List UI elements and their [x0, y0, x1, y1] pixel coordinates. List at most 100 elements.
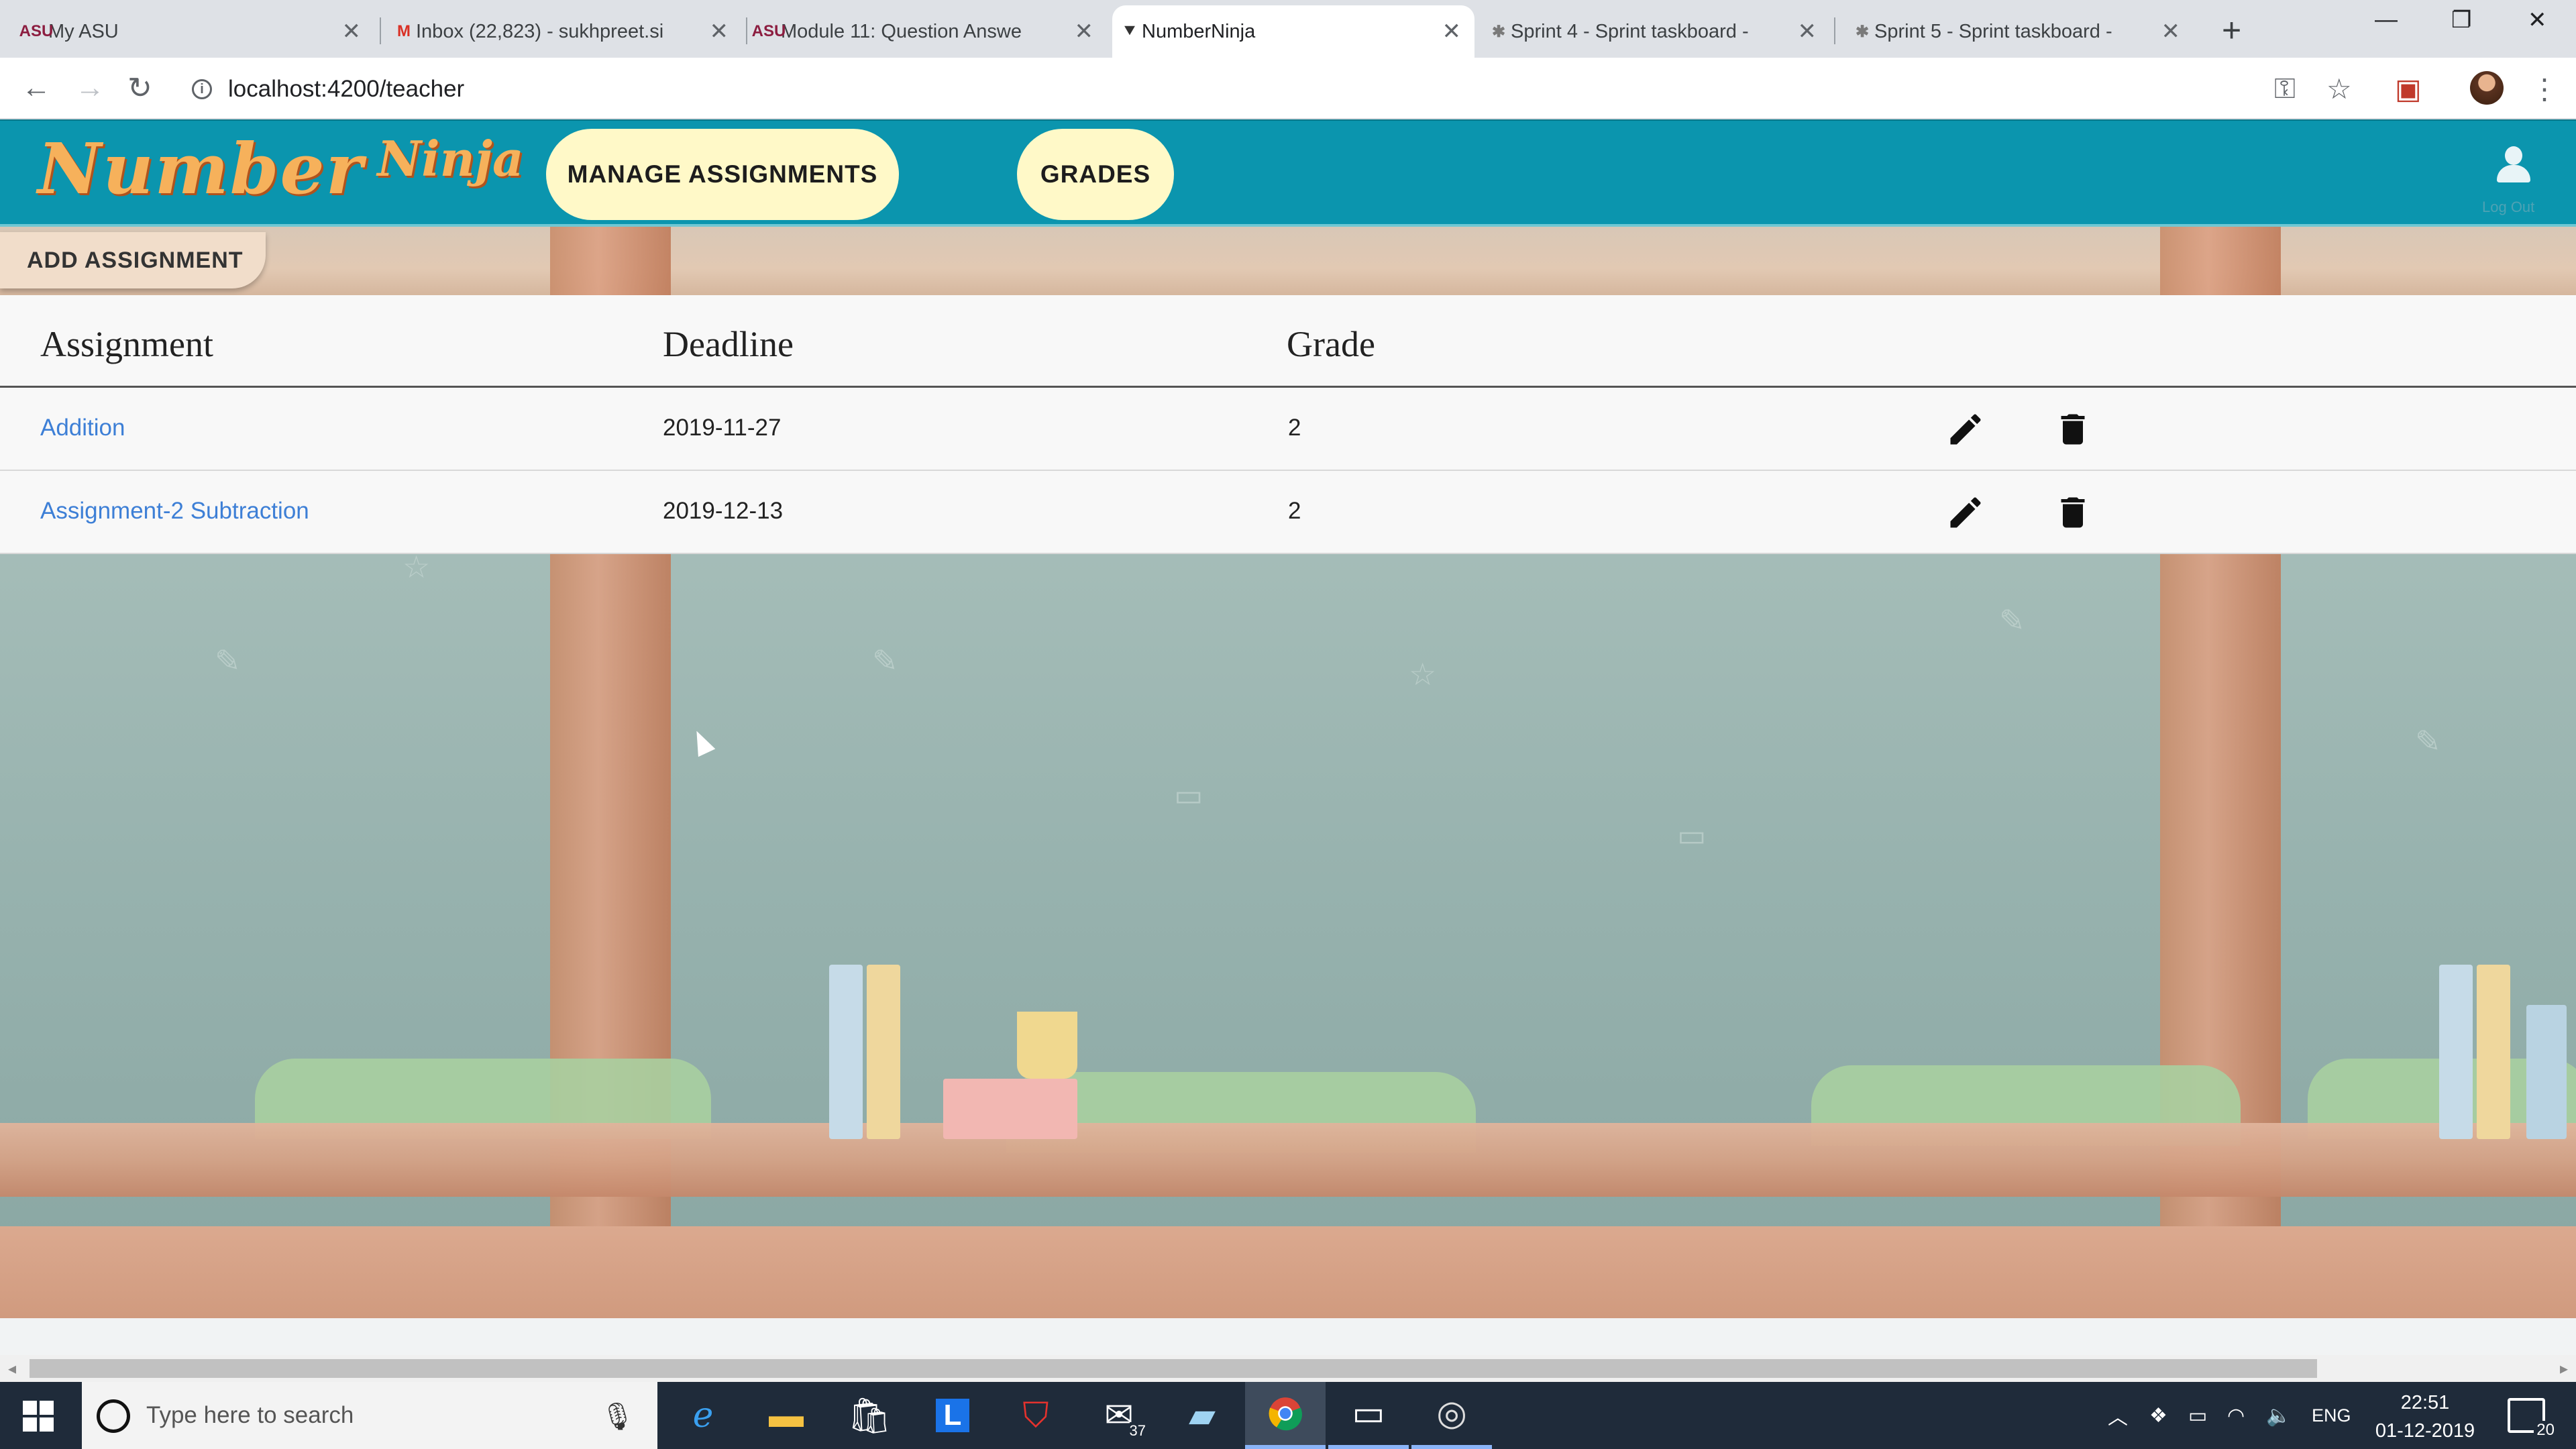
- close-tab-icon[interactable]: ✕: [1798, 18, 1817, 45]
- pencil-doodle-icon: ✎: [215, 643, 241, 678]
- numberninja-icon: ⯆: [1122, 21, 1137, 41]
- assignments-table: Assignment Deadline Grade Addition 2019-…: [0, 295, 2576, 554]
- language-indicator[interactable]: ENG: [2312, 1382, 2351, 1449]
- volume-icon[interactable]: 🔈: [2266, 1382, 2291, 1449]
- tab-title: Sprint 4 - Sprint taskboard -: [1511, 20, 1749, 42]
- tab-my-asu[interactable]: ASU My ASU ✕: [19, 5, 374, 58]
- new-tab-plus-icon[interactable]: +: [2222, 11, 2241, 50]
- browser-tab-strip: ASU My ASU ✕ M Inbox (22,823) - sukhpree…: [0, 0, 2576, 58]
- pencil-doodle-icon: ✎: [872, 643, 898, 678]
- close-tab-icon[interactable]: ✕: [2161, 18, 2181, 45]
- restore-icon[interactable]: ❐: [2451, 7, 2471, 34]
- scroll-left-arrow-icon[interactable]: ◂: [8, 1359, 16, 1379]
- books-illustration: [829, 938, 1084, 1139]
- url-text: localhost:4200/teacher: [228, 76, 465, 102]
- back-arrow-icon[interactable]: ←: [21, 71, 51, 105]
- file-explorer-icon[interactable]: ▬: [746, 1382, 826, 1449]
- edit-pencil-icon[interactable]: [1945, 409, 1986, 449]
- pocket-extension-icon[interactable]: ▣: [2395, 72, 2422, 105]
- assignment-link[interactable]: Addition: [40, 415, 125, 441]
- column-header-deadline: Deadline: [663, 324, 794, 364]
- tab-title: My ASU: [48, 20, 119, 42]
- minimize-icon[interactable]: —: [2375, 7, 2398, 33]
- taskbar-clock[interactable]: 22:51 01-12-2019: [2368, 1389, 2482, 1445]
- lens-app-icon[interactable]: L: [912, 1382, 993, 1449]
- reload-icon[interactable]: ↻: [127, 71, 152, 105]
- delete-trash-icon[interactable]: [2053, 492, 2093, 533]
- wood-shelf: [0, 1123, 2576, 1197]
- search-placeholder: Type here to search: [146, 1402, 354, 1428]
- action-center-icon[interactable]: 20: [2508, 1398, 2557, 1440]
- grades-button[interactable]: GRADES: [1017, 129, 1174, 220]
- internet-explorer-icon[interactable]: e: [663, 1382, 743, 1449]
- close-tab-icon[interactable]: ✕: [342, 18, 362, 45]
- add-assignment-button[interactable]: ADD ASSIGNMENT: [0, 232, 266, 288]
- edit-pencil-icon[interactable]: [1945, 492, 1986, 533]
- close-tab-icon[interactable]: ✕: [710, 18, 729, 45]
- microsoft-store-icon[interactable]: 🛍: [829, 1382, 910, 1449]
- site-info-icon[interactable]: i: [192, 79, 212, 99]
- tab-numberninja[interactable]: ⯆ NumberNinja ✕: [1112, 5, 1474, 58]
- dropbox-icon[interactable]: ❖: [2149, 1382, 2167, 1449]
- chrome-menu-icon[interactable]: ⋮: [2530, 72, 2559, 105]
- microphone-icon[interactable]: 🎙: [600, 1401, 635, 1432]
- chrome-profile-avatar[interactable]: [2470, 71, 2504, 105]
- close-window-icon[interactable]: ✕: [2528, 7, 2547, 34]
- pencil-doodle-icon: ✎: [1999, 603, 2025, 638]
- notification-count: 20: [2534, 1421, 2557, 1440]
- app-header: Number Ninja MANAGE ASSIGNMENTS GRADES Lo…: [0, 119, 2576, 227]
- pencil-doodle-icon: ✎: [2415, 724, 2441, 759]
- close-tab-icon[interactable]: ✕: [1075, 18, 1094, 45]
- asu-icon: ASU: [19, 22, 54, 40]
- horizontal-scrollbar[interactable]: ◂ ▸: [0, 1355, 2576, 1382]
- logout-link[interactable]: Log Out: [2482, 199, 2534, 216]
- scrollbar-thumb[interactable]: [30, 1359, 2317, 1378]
- close-tab-icon[interactable]: ✕: [1442, 18, 1462, 45]
- tab-module-11[interactable]: ASU Module 11: Question Answe ✕: [751, 5, 1107, 58]
- mcafee-icon[interactable]: ⛉: [996, 1382, 1076, 1449]
- table-header: Assignment Deadline Grade: [0, 295, 2576, 388]
- manage-assignments-button[interactable]: MANAGE ASSIGNMENTS: [546, 129, 899, 220]
- forward-arrow-icon[interactable]: →: [75, 71, 105, 105]
- column-header-assignment: Assignment: [40, 324, 214, 364]
- key-icon[interactable]: ⚿: [2274, 72, 2296, 105]
- logo-ninja-text: Ninja: [377, 130, 524, 187]
- taskboard-icon: ✱: [1491, 22, 1506, 41]
- terminal-icon[interactable]: ▭: [1328, 1382, 1409, 1449]
- logo-number-text: Number: [38, 127, 364, 210]
- user-icon[interactable]: [2497, 146, 2530, 184]
- tab-title: Module 11: Question Answe: [781, 20, 1022, 42]
- wifi-icon[interactable]: ◠: [2227, 1382, 2245, 1449]
- chrome-taskbar-icon[interactable]: [1245, 1382, 1326, 1449]
- bookmark-star-icon[interactable]: ☆: [2326, 72, 2352, 105]
- battery-icon[interactable]: ▭: [2188, 1382, 2207, 1449]
- numberninja-logo[interactable]: Number Ninja: [38, 127, 524, 210]
- deadline-cell: 2019-11-27: [663, 415, 782, 441]
- notepad-icon[interactable]: ▰: [1162, 1382, 1242, 1449]
- column-header-grade: Grade: [1287, 324, 1375, 364]
- mail-icon[interactable]: ✉ 37: [1079, 1382, 1159, 1449]
- taskbar-search-box[interactable]: Type here to search 🎙: [82, 1382, 657, 1449]
- book-doodle-icon: ▭: [1174, 777, 1203, 812]
- taskboard-icon: ✱: [1855, 22, 1870, 41]
- address-bar[interactable]: i localhost:4200/teacher: [192, 70, 2271, 109]
- asu-icon: ASU: [751, 22, 786, 40]
- star-doodle-icon: ☆: [402, 549, 431, 584]
- windows-taskbar: Type here to search 🎙 e ▬ 🛍 L ⛉ ✉ 37 ▰ ▭ …: [0, 1382, 2576, 1449]
- gmail-icon: M: [397, 22, 411, 40]
- scroll-right-arrow-icon[interactable]: ▸: [2560, 1359, 2568, 1379]
- tab-sprint-4[interactable]: ✱ Sprint 4 - Sprint taskboard - ✕: [1481, 5, 1830, 58]
- grade-cell: 2: [1288, 498, 1301, 524]
- clock-date: 01-12-2019: [2375, 1420, 2475, 1442]
- tab-inbox[interactable]: M Inbox (22,823) - sukhpreet.si ✕: [386, 5, 742, 58]
- table-row: Assignment-2 Subtraction 2019-12-13 2: [0, 471, 2576, 554]
- delete-trash-icon[interactable]: [2053, 409, 2093, 449]
- tab-sprint-5[interactable]: ✱ Sprint 5 - Sprint taskboard - ✕: [1845, 5, 2194, 58]
- show-hidden-icons[interactable]: ︿: [2108, 1382, 2128, 1449]
- clock-time: 22:51: [2400, 1392, 2450, 1413]
- cortana-icon[interactable]: [97, 1399, 130, 1433]
- browser-toolbar: ← → ↻ i localhost:4200/teacher ⚿ ☆ ▣ ⋮: [0, 58, 2576, 119]
- windows-start-icon[interactable]: [23, 1401, 54, 1432]
- assignment-link[interactable]: Assignment-2 Subtraction: [40, 498, 309, 525]
- obs-studio-icon[interactable]: ◎: [1411, 1382, 1492, 1449]
